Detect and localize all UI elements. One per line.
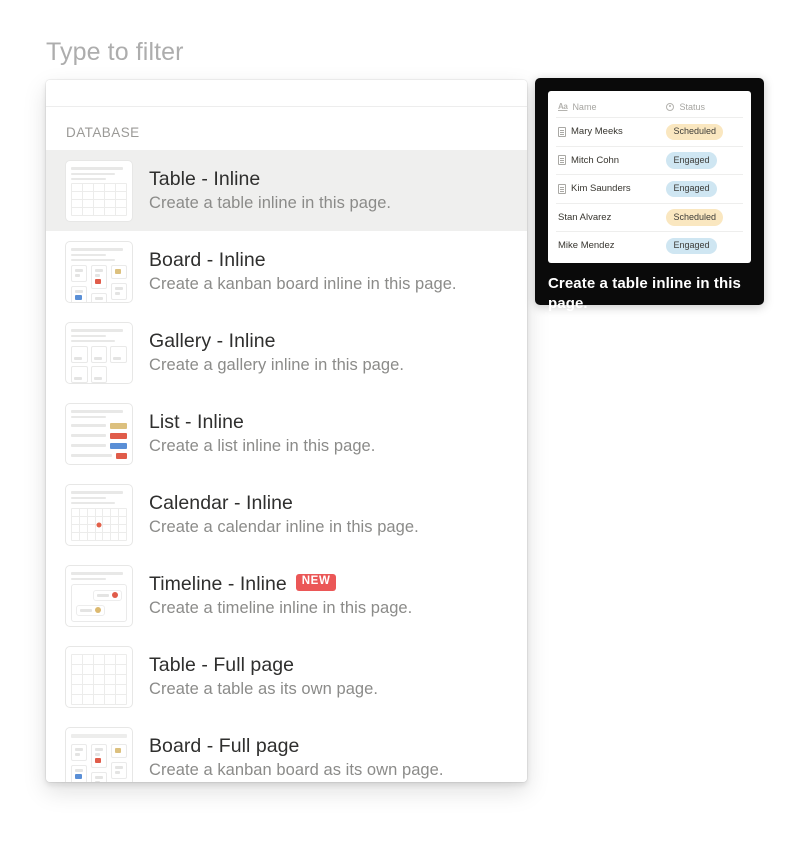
column-header-name: Aa Name: [556, 96, 665, 118]
menu-item-texts: List - Inline Create a list inline in th…: [149, 411, 375, 456]
calendar-inline-icon: [65, 483, 133, 546]
timeline-inline-icon: [65, 564, 133, 627]
page-icon: [558, 183, 566, 194]
screen: Type to filter DATABASE Table - Inline C…: [0, 0, 800, 841]
column-header-status: Status: [664, 96, 743, 118]
menu-item-title-text: Board - Inline: [149, 249, 266, 271]
menu-item-title-text: Table - Inline: [149, 168, 261, 190]
cell-status: Engaged: [664, 232, 743, 260]
table-row[interactable]: Mary Meeks Scheduled: [556, 117, 743, 147]
menu-item-board-fullpage[interactable]: Board - Full page Create a kanban board …: [46, 717, 527, 782]
menu-list: Table - Inline Create a table inline in …: [46, 150, 527, 782]
column-header-label: Status: [679, 101, 705, 112]
row-name-text: Kim Saunders: [571, 183, 631, 195]
board-fullpage-icon: [65, 726, 133, 782]
text-property-icon: Aa: [558, 102, 568, 111]
menu-item-gallery-inline[interactable]: Gallery - Inline Create a gallery inline…: [46, 312, 527, 393]
page-icon: [558, 155, 566, 166]
status-badge: Scheduled: [666, 209, 723, 226]
menu-item-texts: Gallery - Inline Create a gallery inline…: [149, 330, 404, 375]
new-badge: NEW: [295, 574, 337, 591]
cell-status: Engaged: [664, 174, 743, 204]
menu-item-title: Board - Full page: [149, 735, 444, 758]
menu-item-texts: Calendar - Inline Create a calendar inli…: [149, 492, 419, 537]
cell-name: Mike Mendez: [556, 232, 664, 260]
cell-name: Kim Saunders: [556, 174, 665, 204]
preview-caption: Create a table inline in this page.: [548, 274, 741, 312]
menu-item-title: Timeline - Inline NEW: [149, 573, 412, 596]
menu-item-title: Table - Inline: [149, 168, 391, 191]
menu-item-description: Create a calendar inline in this page.: [149, 518, 419, 536]
cell-name: Mary Meeks: [556, 117, 665, 147]
menu-item-title: Table - Full page: [149, 654, 378, 677]
section-header-database: DATABASE: [46, 107, 527, 150]
preview-table-card: Aa Name Status Mary Meeks Scheduled Mitc…: [548, 91, 751, 263]
block-type-menu-panel: DATABASE Table - Inline Create a table i…: [46, 80, 527, 782]
menu-item-title: Board - Inline: [149, 249, 457, 272]
menu-item-board-inline[interactable]: Board - Inline Create a kanban board inl…: [46, 231, 527, 312]
menu-item-title: List - Inline: [149, 411, 375, 434]
preview-table: Aa Name Status Mary Meeks Scheduled Mitc…: [556, 96, 743, 260]
cell-status: Scheduled: [664, 203, 743, 232]
gallery-inline-icon: [65, 321, 133, 384]
menu-item-title-text: Calendar - Inline: [149, 492, 293, 514]
filter-placeholder-text[interactable]: Type to filter: [46, 38, 184, 67]
cell-name: Mitch Cohn: [556, 146, 665, 175]
menu-item-texts: Timeline - Inline NEW Create a timeline …: [149, 573, 412, 618]
menu-item-description: Create a table as its own page.: [149, 680, 379, 698]
row-name-text: Mitch Cohn: [571, 154, 620, 166]
status-badge: Engaged: [666, 152, 717, 169]
list-inline-icon: [65, 402, 133, 465]
menu-item-table-inline[interactable]: Table - Inline Create a table inline in …: [46, 150, 527, 231]
page-icon: [558, 126, 566, 137]
status-badge: Scheduled: [666, 123, 723, 140]
menu-item-title-text: Timeline - Inline: [149, 573, 287, 595]
row-name-text: Mike Mendez: [558, 240, 615, 252]
menu-item-description: Create a kanban board inline in this pag…: [149, 275, 457, 293]
table-row[interactable]: Mike Mendez Engaged: [556, 232, 743, 260]
table-fullpage-icon: [65, 645, 133, 708]
panel-top-divider: [46, 80, 527, 107]
cell-status: Scheduled: [664, 117, 743, 147]
cell-status: Engaged: [664, 146, 743, 175]
table-row[interactable]: Stan Alvarez Scheduled: [556, 203, 743, 232]
board-inline-icon: [65, 240, 133, 303]
calendar-event-dot: [96, 522, 102, 528]
row-name-text: Stan Alvarez: [558, 211, 612, 223]
menu-item-title-text: Table - Full page: [149, 654, 295, 676]
menu-item-title-text: List - Inline: [149, 411, 244, 433]
menu-item-title-text: Board - Full page: [149, 735, 300, 757]
status-badge: Engaged: [666, 180, 717, 197]
menu-item-timeline-inline[interactable]: Timeline - Inline NEW Create a timeline …: [46, 555, 527, 636]
menu-item-description: Create a table inline in this page.: [149, 194, 392, 212]
select-property-icon: [666, 102, 675, 111]
cell-name: Stan Alvarez: [556, 203, 665, 232]
menu-item-list-inline[interactable]: List - Inline Create a list inline in th…: [46, 393, 527, 474]
menu-item-title-text: Gallery - Inline: [149, 330, 276, 352]
menu-item-title: Gallery - Inline: [149, 330, 404, 353]
table-row[interactable]: Kim Saunders Engaged: [556, 174, 743, 204]
table-inline-icon: [65, 159, 133, 222]
menu-item-table-fullpage[interactable]: Table - Full page Create a table as its …: [46, 636, 527, 717]
row-name-text: Mary Meeks: [571, 126, 623, 138]
menu-item-description: Create a list inline in this page.: [149, 437, 376, 455]
menu-item-title: Calendar - Inline: [149, 492, 419, 515]
menu-item-description: Create a kanban board as its own page.: [149, 761, 444, 779]
menu-item-texts: Board - Full page Create a kanban board …: [149, 735, 444, 780]
status-badge: Engaged: [666, 237, 717, 254]
menu-item-description: Create a gallery inline in this page.: [149, 356, 404, 374]
menu-item-texts: Table - Inline Create a table inline in …: [149, 168, 391, 213]
menu-item-calendar-inline[interactable]: Calendar - Inline Create a calendar inli…: [46, 474, 527, 555]
menu-item-texts: Board - Inline Create a kanban board inl…: [149, 249, 457, 294]
column-header-label: Name: [572, 101, 597, 112]
table-header-row: Aa Name Status: [556, 96, 743, 118]
preview-tooltip: Aa Name Status Mary Meeks Scheduled Mitc…: [535, 78, 764, 312]
table-row[interactable]: Mitch Cohn Engaged: [556, 146, 743, 175]
menu-item-texts: Table - Full page Create a table as its …: [149, 654, 378, 699]
menu-item-description: Create a timeline inline in this page.: [149, 599, 413, 617]
